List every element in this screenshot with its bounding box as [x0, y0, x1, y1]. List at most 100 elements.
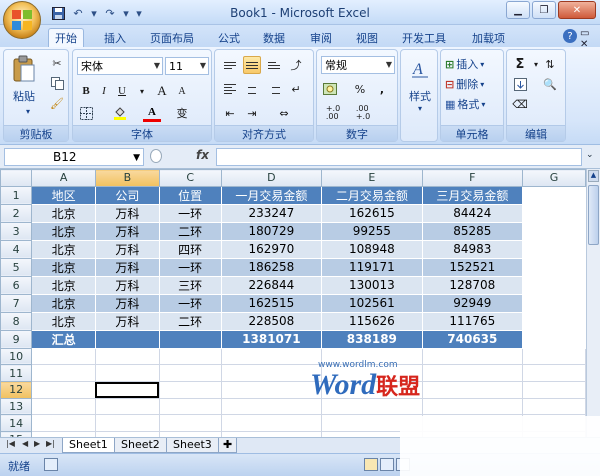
cell-b3[interactable]: 万科 — [94, 221, 160, 241]
cell-g11[interactable] — [522, 364, 586, 383]
cell-b12[interactable] — [94, 381, 160, 399]
redo-icon[interactable]: ↷ — [102, 5, 118, 21]
cell-b1[interactable]: 公司 — [94, 185, 160, 205]
formula-input[interactable] — [216, 148, 582, 166]
cut-icon[interactable]: ✂ — [48, 54, 66, 72]
cell-f10[interactable] — [421, 347, 524, 366]
cell-d2[interactable]: 233247 — [220, 203, 323, 223]
borders-icon[interactable] — [77, 104, 95, 122]
merge-center-icon[interactable]: ⇔ — [275, 104, 293, 122]
orientation-icon[interactable]: ⤴ — [287, 56, 305, 74]
align-middle-icon[interactable] — [243, 56, 261, 74]
cell-f2[interactable]: 84424 — [421, 203, 524, 223]
column-header[interactable]: B — [94, 169, 160, 187]
cell-e1[interactable]: 二月交易金额 — [321, 185, 423, 205]
column-header[interactable]: C — [158, 169, 222, 187]
worksheet-grid[interactable]: A B C D E F G 1 地区 公司 位置 一月交易金额 二月交易金额 三月交易金额 2… — [0, 169, 586, 437]
column-header[interactable]: E — [321, 169, 423, 187]
cell-e13[interactable] — [321, 397, 423, 416]
cell-d13[interactable] — [220, 397, 323, 416]
decrease-decimal-button[interactable]: .00 +.0 — [351, 104, 375, 122]
cell-a1[interactable]: 地区 — [31, 185, 96, 205]
row-header[interactable]: 13 — [0, 397, 33, 416]
cell-g6[interactable] — [522, 275, 586, 295]
comma-button[interactable]: , — [373, 80, 391, 98]
normal-view-icon[interactable] — [364, 458, 378, 471]
insert-cells-button[interactable]: ⊞ 插入 ▾ — [445, 55, 501, 73]
align-right-icon[interactable] — [265, 80, 283, 98]
cell-e4[interactable]: 108948 — [321, 239, 423, 259]
insert-function-button[interactable]: fx — [196, 148, 209, 162]
cell-b7[interactable]: 万科 — [94, 293, 160, 313]
sheet-tab-sheet3[interactable]: Sheet3 — [166, 438, 219, 453]
cell-b11[interactable] — [94, 364, 160, 383]
row-header[interactable]: 12 — [0, 381, 33, 399]
first-sheet-icon[interactable]: |◀ — [6, 439, 15, 448]
cell-d8[interactable]: 228508 — [220, 311, 323, 331]
expand-formula-bar-icon[interactable]: ⌄ — [586, 150, 594, 160]
cell-g2[interactable] — [522, 203, 586, 223]
align-bottom-icon[interactable] — [265, 56, 283, 74]
cell-a2[interactable]: 北京 — [31, 203, 96, 223]
fill-icon[interactable] — [511, 75, 529, 93]
qat-dropdown-icon[interactable]: ▾ — [90, 5, 98, 21]
cell-a9[interactable]: 汇总 — [31, 329, 96, 349]
row-header[interactable]: 2 — [0, 203, 33, 223]
copy-icon[interactable] — [48, 74, 66, 92]
tab-formulas[interactable]: 公式 — [212, 28, 246, 47]
sheet-tab-sheet2[interactable]: Sheet2 — [114, 438, 167, 453]
column-header[interactable]: F — [421, 169, 524, 187]
sort-filter-icon[interactable]: ⇅ — [541, 55, 559, 73]
bold-button[interactable]: B — [77, 82, 95, 100]
cell-a4[interactable]: 北京 — [31, 239, 96, 259]
cell-c11[interactable] — [158, 364, 222, 383]
cell-e3[interactable]: 99255 — [321, 221, 423, 241]
find-select-icon[interactable]: 🔍 — [541, 75, 559, 93]
delete-cells-button[interactable]: ⊟ 删除 ▾ — [445, 75, 501, 93]
name-box[interactable]: B12 ▼ — [4, 148, 144, 166]
shrink-font-button[interactable]: A — [173, 82, 191, 100]
cell-c2[interactable]: 一环 — [158, 203, 222, 223]
cell-a12[interactable] — [31, 381, 96, 399]
cell-c3[interactable]: 二环 — [158, 221, 222, 241]
qat-dropdown-icon[interactable]: ▾ — [122, 5, 130, 21]
row-header[interactable]: 9 — [0, 329, 33, 349]
vertical-scrollbar[interactable]: ▲ — [586, 169, 600, 437]
cell-f13[interactable] — [421, 397, 524, 416]
paste-icon[interactable] — [10, 54, 38, 84]
minimize-button[interactable]: ▁ — [506, 1, 530, 19]
cell-e6[interactable]: 130013 — [321, 275, 423, 295]
cell-b14[interactable] — [94, 414, 160, 433]
column-header[interactable]: D — [220, 169, 323, 187]
cell-g13[interactable] — [522, 397, 586, 416]
column-header[interactable]: A — [31, 169, 96, 187]
number-format-combo[interactable]: 常规 ▼ — [321, 56, 395, 74]
cell-b2[interactable]: 万科 — [94, 203, 160, 223]
cell-a3[interactable]: 北京 — [31, 221, 96, 241]
row-header[interactable]: 10 — [0, 347, 33, 366]
macro-record-icon[interactable] — [44, 458, 58, 471]
cell-e10[interactable] — [321, 347, 423, 366]
format-cells-button[interactable]: ▦ 格式 ▾ — [445, 95, 501, 113]
cell-f8[interactable]: 111765 — [421, 311, 524, 331]
row-header[interactable]: 14 — [0, 414, 33, 433]
cell-d11[interactable] — [220, 364, 323, 383]
cell-b4[interactable]: 万科 — [94, 239, 160, 259]
cell-d1[interactable]: 一月交易金额 — [220, 185, 323, 205]
cell-d10[interactable] — [220, 347, 323, 366]
formula-bar-resize-handle[interactable] — [150, 149, 162, 163]
clear-icon[interactable]: ⌫ — [511, 95, 529, 113]
cell-g1[interactable] — [522, 185, 586, 205]
cell-a13[interactable] — [31, 397, 96, 416]
paste-dropdown-icon[interactable]: ▾ — [24, 106, 32, 116]
cell-d3[interactable]: 180729 — [220, 221, 323, 241]
fill-color-icon[interactable] — [111, 104, 129, 122]
cell-d12[interactable] — [220, 381, 323, 399]
row-header[interactable]: 5 — [0, 257, 33, 277]
cell-f5[interactable]: 152521 — [421, 257, 524, 277]
page-layout-view-icon[interactable] — [380, 458, 394, 471]
cell-f4[interactable]: 84983 — [421, 239, 524, 259]
restore-button[interactable]: ❐ — [532, 1, 556, 19]
cell-f6[interactable]: 128708 — [421, 275, 524, 295]
cell-f9[interactable]: 740635 — [421, 329, 524, 349]
